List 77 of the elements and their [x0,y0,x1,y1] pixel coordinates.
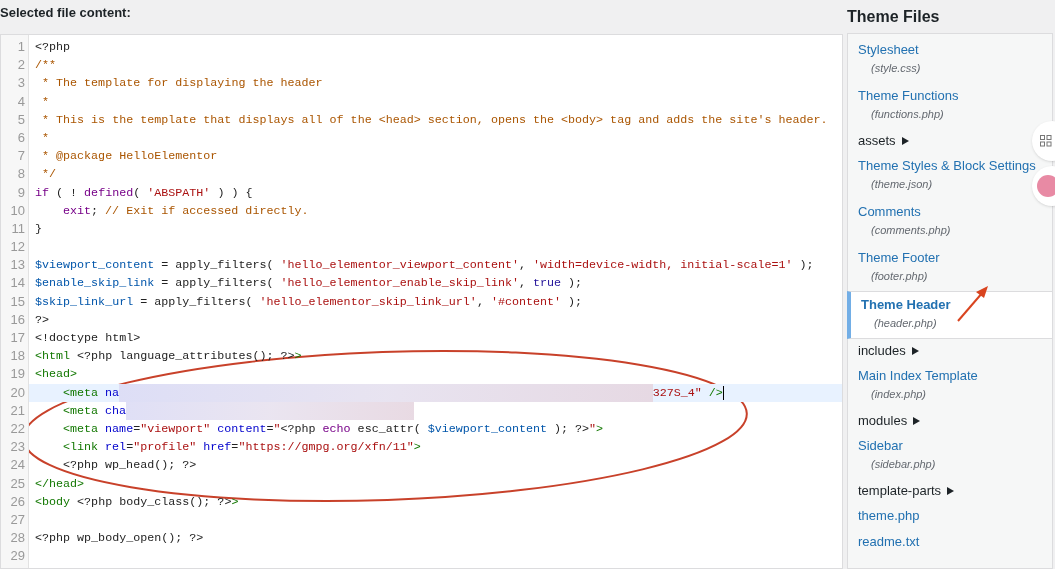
code-text: <?php wp_body_open(); ?> [35,530,204,548]
line-number: 28 [9,529,26,548]
line-number: 23 [9,438,26,457]
code-text: <meta na [63,384,120,402]
code-text: <head> [35,366,78,384]
line-number: 3 [16,74,26,93]
folder-toggle[interactable]: includes [858,342,906,360]
code-text: <meta name="viewport" content="<?php echo esc_attr( $viewport_content ); ?>"> [63,420,604,438]
code-text: <body <?php body_class(); ?>> [35,493,239,511]
line-number: 27 [9,510,26,529]
file-list-item[interactable]: readme.txt [848,529,1052,555]
code-text: ?> [35,311,50,329]
code-text: /** [35,57,57,75]
code-text: <meta cha [63,402,127,420]
folder-toggle[interactable]: template-parts [858,482,942,500]
folder-toggle[interactable]: modules [858,412,908,430]
file-list-item[interactable]: Theme Functions (functions.php) [848,83,1052,129]
caret-right-icon[interactable] [947,487,955,495]
code-text: * [41,93,50,111]
sidebar-heading: Theme Files [847,6,940,27]
line-number: 20 [9,383,26,402]
code-text: exit; // Exit if accessed directly. [63,202,309,220]
folder-toggle[interactable]: assets [858,132,896,150]
code-text: 327S_4" /> [652,384,723,402]
line-number: 11 [10,219,26,238]
line-number: 21 [9,401,26,420]
text-cursor [722,385,724,400]
code-text: $enable_skip_link = apply_filters( 'hello_elementor_enable_skip_link', true ); [35,275,583,293]
line-number: 10 [9,201,26,220]
line-number: 12 [9,238,26,257]
line-number: 15 [9,292,26,311]
line-number: 4 [16,92,26,111]
line-number: 26 [9,492,26,511]
code-text: <!doctype html> [35,330,141,347]
code-text: <?php [35,39,71,56]
file-list-item[interactable]: Main Index Template (index.php) [848,363,1052,409]
caret-right-icon[interactable] [901,137,909,145]
file-list-item[interactable]: Sidebar (sidebar.php) [848,433,1052,479]
code-text: * [41,129,50,147]
file-list-item[interactable]: Comments (comments.php) [848,199,1052,245]
file-list-item[interactable]: theme.php [848,503,1052,529]
line-number: 6 [16,128,26,147]
code-text: <link rel="profile" href="https://gmpg.org/xfn/11"> [63,439,421,457]
code-text: <?php wp_head(); ?> [63,457,197,475]
line-number: 13 [9,256,26,275]
line-number: 2 [16,56,26,75]
caret-right-icon[interactable] [913,417,921,425]
section-heading: Selected file content: [0,4,131,22]
line-number: 14 [9,274,26,293]
code-text: </head> [35,475,85,493]
line-number: 29 [9,547,26,566]
code-text: */ [41,166,57,184]
code-text: * This is the template that displays all of the <head> section, opens the <body> tag and adds the site's header. [41,111,828,129]
code-editor[interactable] [0,34,843,569]
line-number: 1 [16,38,26,56]
line-number: 25 [9,474,26,493]
line-number: 8 [16,165,26,184]
code-text: if ( ! defined( 'ABSPATH' ) ) { [35,184,253,202]
line-number: 5 [16,110,26,129]
line-number: 19 [9,365,26,384]
file-list-item[interactable]: Theme Header (header.php) [847,291,1053,339]
line-number: 22 [9,419,26,438]
code-text: } [35,220,42,238]
caret-right-icon[interactable] [911,347,919,355]
file-list-item[interactable]: Stylesheet (style.css) [848,37,1052,83]
code-text: $skip_link_url = apply_filters( 'hello_elementor_skip_link_url', '#content' ); [35,293,583,311]
line-number: 16 [9,310,26,329]
file-list-item[interactable]: Theme Footer (footer.php) [848,245,1052,291]
code-text: $viewport_content = apply_filters( 'hello_elementor_viewport_content', 'width=device-width, initial-scale=1' ); [35,257,814,275]
line-number: 24 [9,456,26,475]
line-number: 18 [9,347,26,366]
line-number: 7 [16,147,26,166]
grid-icon [1040,135,1052,147]
code-text: * The template for displaying the header [41,75,323,93]
line-number: 9 [16,183,26,202]
line-number: 17 [9,329,26,347]
code-text: * @package HelloElementor [41,148,218,166]
